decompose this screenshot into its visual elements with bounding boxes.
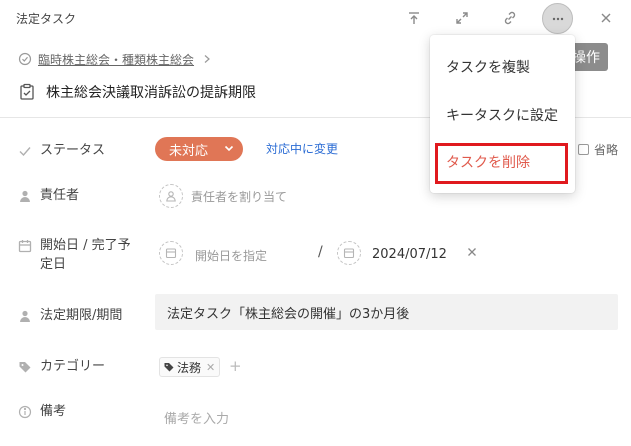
chevron-down-icon bbox=[223, 142, 235, 154]
tag-icon bbox=[164, 362, 174, 372]
tag-icon bbox=[18, 360, 32, 374]
notes-input[interactable]: 備考を入力 bbox=[164, 408, 229, 427]
menu-item-set-key-task[interactable]: キータスクに設定 bbox=[446, 105, 558, 125]
status-value: 未対応 bbox=[169, 143, 209, 159]
chevron-right-icon bbox=[202, 54, 212, 64]
task-title[interactable]: 株主総会決議取消訴訟の提訴期限 bbox=[46, 82, 256, 102]
dates-label-line1: 開始日 / 完了予 bbox=[40, 238, 131, 253]
category-tag[interactable]: 法務 ✕ bbox=[159, 357, 221, 377]
task-title-row: 株主総会決議取消訴訟の提訴期限 bbox=[18, 82, 256, 102]
change-status-link[interactable]: 対応中に変更 bbox=[266, 140, 338, 157]
more-button[interactable] bbox=[542, 3, 573, 34]
panel-header: 法定タスク bbox=[0, 0, 631, 37]
breadcrumb: 臨時株主総会・種類株主総会 bbox=[18, 50, 212, 68]
panel-title: 法定タスク bbox=[16, 12, 77, 26]
due-date-icon-button[interactable] bbox=[337, 241, 361, 265]
status-dropdown[interactable]: 未対応 bbox=[155, 137, 243, 161]
link-icon[interactable] bbox=[501, 9, 519, 27]
legal-deadline-label: 法定期限/期間 bbox=[18, 306, 122, 325]
status-label: ステータス bbox=[18, 141, 105, 160]
assignee-avatar-placeholder[interactable] bbox=[159, 184, 183, 208]
due-date-value[interactable]: 2024/07/12 bbox=[372, 247, 447, 262]
legal-deadline-value: 法定タスク「株主総会の開催」の3か月後 bbox=[155, 294, 618, 330]
breadcrumb-parent-link[interactable]: 臨時株主総会・種類株主総会 bbox=[38, 51, 194, 68]
dates-label-line2: 定日 bbox=[40, 257, 67, 272]
calendar-outline-icon bbox=[165, 248, 177, 259]
more-icon bbox=[552, 17, 563, 20]
tray-upload-icon[interactable] bbox=[405, 9, 423, 27]
start-date-icon-button[interactable] bbox=[159, 241, 183, 265]
date-separator: / bbox=[318, 244, 323, 260]
clear-date-icon[interactable] bbox=[467, 245, 477, 261]
person-icon bbox=[18, 309, 32, 323]
clipboard-check-icon bbox=[18, 83, 36, 101]
dates-label: 開始日 / 完了予 定日 bbox=[18, 236, 131, 274]
notes-label: 備考 bbox=[18, 402, 66, 421]
task-circle-icon bbox=[18, 52, 32, 66]
calendar-outline-icon bbox=[343, 248, 355, 259]
check-icon bbox=[18, 144, 32, 158]
person-outline-icon bbox=[166, 191, 176, 202]
menu-item-duplicate-task[interactable]: タスクを複製 bbox=[446, 57, 530, 77]
operations-button-label: 操作 bbox=[572, 50, 600, 66]
calendar-icon bbox=[18, 239, 32, 253]
assignee-placeholder[interactable]: 責任者を割り当て bbox=[191, 188, 287, 205]
add-tag-icon[interactable]: + bbox=[229, 357, 242, 375]
remove-tag-icon[interactable]: ✕ bbox=[206, 361, 215, 374]
close-icon[interactable] bbox=[597, 9, 615, 27]
checkbox-box[interactable] bbox=[578, 144, 589, 155]
omit-label: 省略 bbox=[594, 143, 619, 157]
omit-checkbox[interactable]: 省略 bbox=[578, 141, 618, 158]
info-icon bbox=[18, 405, 32, 419]
start-date-placeholder[interactable]: 開始日を指定 bbox=[195, 247, 267, 264]
highlight-box bbox=[435, 143, 568, 184]
expand-icon[interactable] bbox=[453, 9, 471, 27]
person-icon bbox=[18, 189, 32, 203]
category-label: カテゴリー bbox=[18, 357, 105, 376]
category-tag-label: 法務 bbox=[177, 360, 202, 375]
assignee-label: 責任者 bbox=[18, 186, 79, 205]
